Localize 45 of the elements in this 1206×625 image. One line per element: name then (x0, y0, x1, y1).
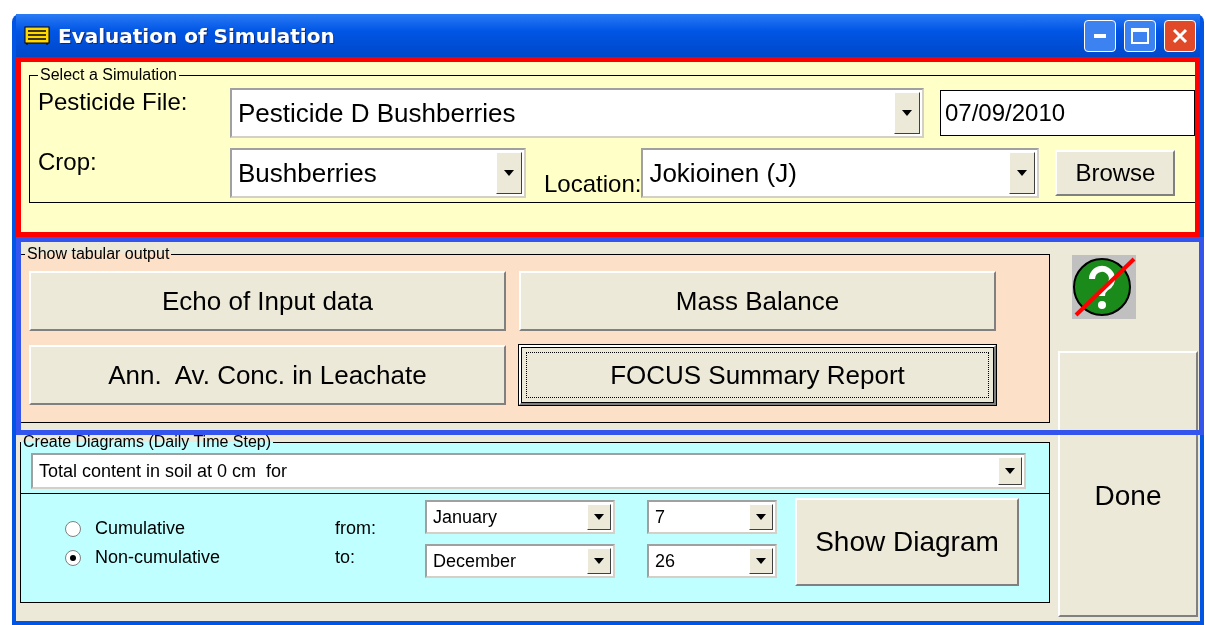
radio-button[interactable] (65, 520, 81, 537)
maximize-button[interactable] (1124, 19, 1156, 52)
app-icon (24, 25, 50, 46)
month-dropdown[interactable]: December (425, 544, 615, 578)
group-label: Create Diagrams (Daily Time Step) (22, 433, 273, 451)
field-label: to: (335, 547, 356, 568)
minimize-button[interactable] (1084, 19, 1116, 52)
caret-icon (1017, 170, 1028, 176)
field-label: Crop: (38, 148, 98, 176)
crop-dropdown[interactable]: Bushberries (230, 148, 526, 198)
show-diagram-button[interactable]: Show Diagram (795, 498, 1019, 586)
month-dropdown[interactable]: January (425, 500, 615, 534)
window-title: Evaluation of Simulation (58, 23, 336, 48)
pesticide-dropdown[interactable]: Pesticide D Bushberries (230, 88, 924, 138)
day-dropdown[interactable]: 26 (647, 544, 777, 578)
caret-icon (1005, 468, 1015, 474)
day-dropdown[interactable]: 7 (647, 500, 777, 534)
caret-icon (902, 110, 912, 116)
browse-button[interactable]: Browse (1055, 150, 1176, 196)
close-icon (1172, 27, 1188, 44)
caret-icon (594, 514, 604, 520)
help-disabled-icon (1072, 255, 1136, 319)
minimize-icon (1094, 33, 1106, 38)
caret-icon (504, 170, 514, 176)
done-button[interactable]: Done (1058, 351, 1198, 617)
caret-icon (594, 558, 604, 564)
field-label: Location: (544, 170, 642, 198)
radio-label: Cumulative (95, 518, 186, 539)
report-button[interactable]: Echo of Input data (29, 271, 506, 331)
location-dropdown[interactable]: Jokioinen (J) (641, 148, 1040, 198)
maximize-icon (1131, 27, 1149, 44)
group-label: Select a Simulation (39, 66, 178, 84)
close-button[interactable] (1164, 19, 1196, 52)
radio-button[interactable] (65, 549, 81, 566)
field-label: Pesticide File: (38, 88, 189, 116)
group-label: Show tabular output (26, 245, 171, 263)
field-label: from: (335, 518, 377, 539)
report-button[interactable]: Ann. Av. Conc. in Leachate (29, 345, 506, 405)
radio-label: Non-cumulative (95, 547, 221, 568)
caret-icon (756, 514, 766, 520)
caret-icon (756, 558, 766, 564)
report-button[interactable]: Mass Balance (519, 271, 996, 331)
variable-dropdown[interactable]: Total content in soil at 0 cm for (31, 453, 1026, 489)
report-button[interactable]: FOCUS Summary Report (519, 345, 996, 405)
date-field[interactable]: 07/09/2010 (940, 90, 1195, 136)
